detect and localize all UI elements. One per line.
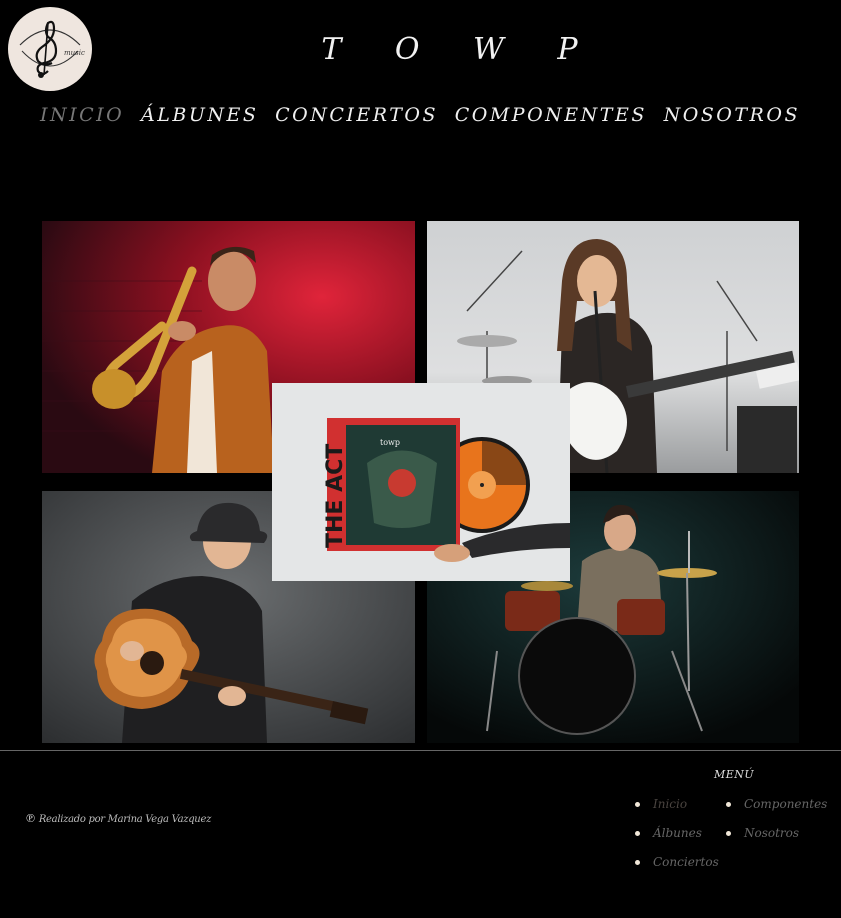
site-title: T O W P: [321, 32, 600, 67]
album-cover-graphic: THE ACT towp: [272, 383, 570, 581]
footer-divider: [0, 750, 841, 751]
footer-link-nosotros[interactable]: Nosotros: [725, 826, 799, 840]
nav-item-conciertos[interactable]: CONCIERTOS: [275, 104, 438, 126]
album-preview-card[interactable]: THE ACT towp: [272, 383, 570, 581]
main-nav: INICIO ÁLBUNES CONCIERTOS COMPONENTES NO…: [40, 104, 800, 126]
footer-menu-title: MENÚ: [714, 768, 755, 781]
album-cover-band: towp: [380, 438, 400, 447]
footer-link-componentes[interactable]: Componentes: [725, 797, 827, 811]
album-cover-title: THE ACT: [323, 444, 348, 548]
nav-item-componentes[interactable]: COMPONENTES: [455, 104, 647, 126]
footer-link-inicio[interactable]: Inicio: [634, 797, 687, 811]
footer-credit: ℗ Realizado por Marina Vega Vazquez: [26, 811, 211, 826]
footer-link-conciertos[interactable]: Conciertos: [635, 855, 719, 869]
nav-item-albunes[interactable]: ÁLBUNES: [141, 104, 258, 126]
p-copyright-icon: ℗: [26, 811, 35, 825]
credit-text: Realizado por Marina Vega Vazquez: [38, 814, 212, 825]
nav-item-inicio[interactable]: INICIO: [40, 104, 124, 126]
footer-link-albunes[interactable]: Álbunes: [635, 826, 702, 840]
nav-item-nosotros[interactable]: NOSOTROS: [664, 104, 800, 126]
page: music T O W P INICIO ÁLBUNES CONCIERTOS …: [0, 0, 841, 918]
